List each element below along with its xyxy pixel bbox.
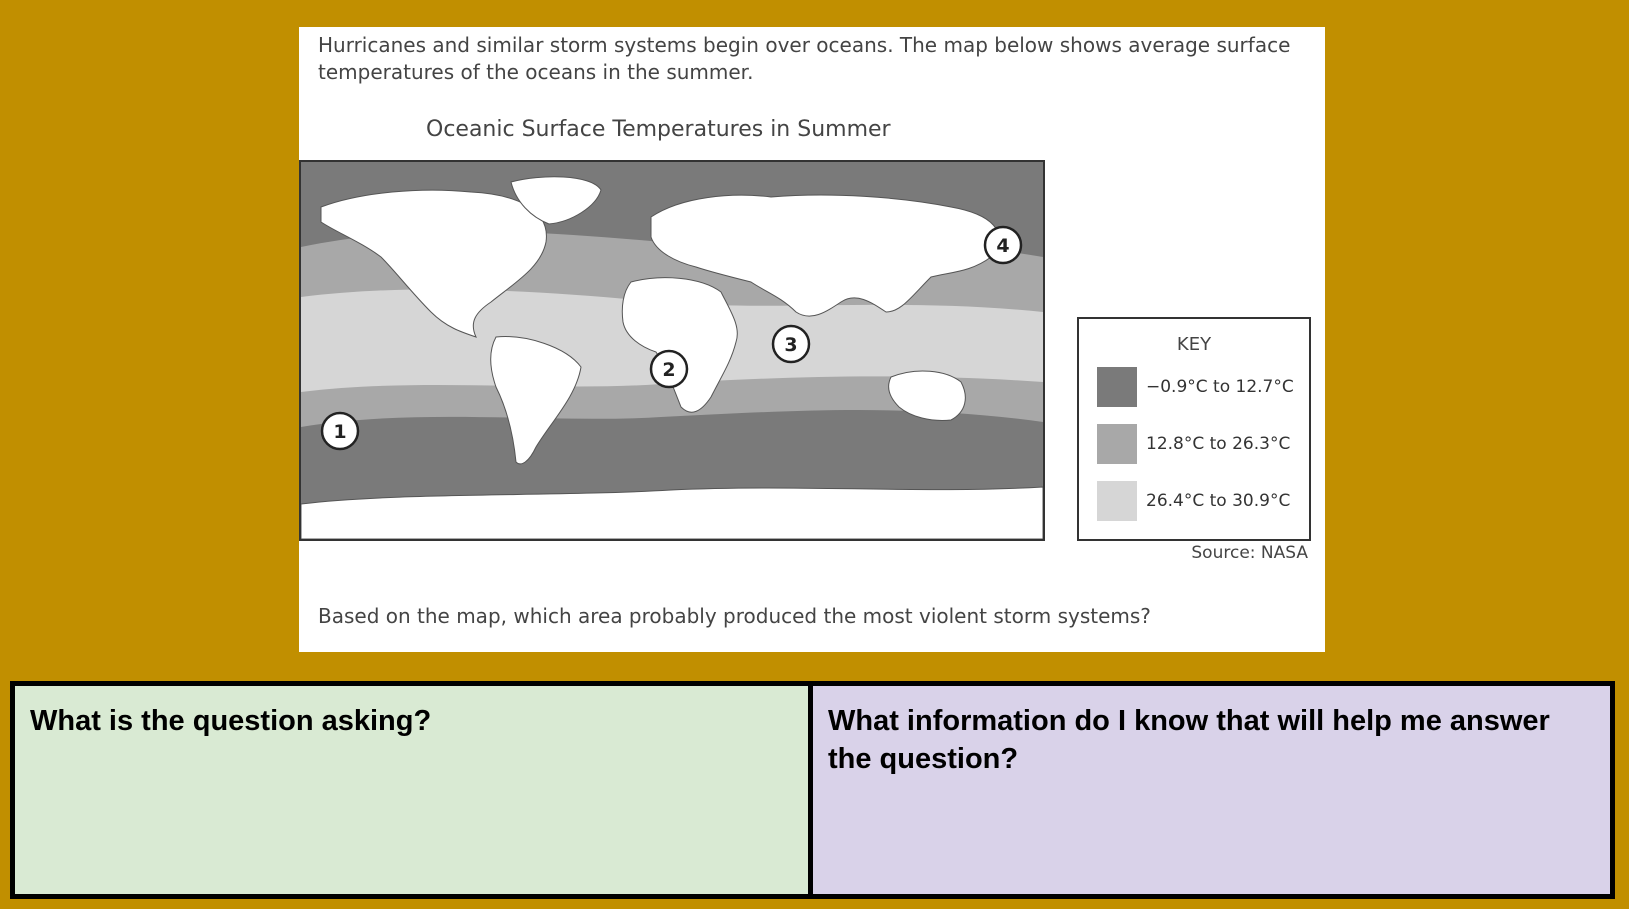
map-graphic: 1 2 3 4 — [301, 162, 1043, 539]
key-row-warm: 26.4°C to 30.9°C — [1097, 481, 1290, 521]
known-information-cell[interactable]: What information do I know that will hel… — [813, 686, 1610, 894]
key-row-temperate: 12.8°C to 26.3°C — [1097, 424, 1290, 464]
key-swatch-warm — [1097, 481, 1137, 521]
intro-text: Hurricanes and similar storm systems beg… — [318, 33, 1291, 84]
key-label-temperate: 12.8°C to 26.3°C — [1146, 434, 1291, 454]
key-swatch-temperate — [1097, 424, 1137, 464]
key-row-cold: −0.9°C to 12.7°C — [1097, 367, 1294, 407]
key-label-warm: 26.4°C to 30.9°C — [1146, 491, 1291, 511]
question-asking-cell[interactable]: What is the question asking? — [15, 686, 813, 894]
marker-3: 3 — [771, 324, 811, 364]
question-text: Based on the map, which area probably pr… — [318, 604, 1151, 628]
svg-text:4: 4 — [996, 235, 1009, 257]
svg-text:2: 2 — [662, 359, 675, 381]
marker-2: 2 — [649, 349, 689, 389]
response-table: What is the question asking? What inform… — [10, 681, 1615, 899]
question-asking-prompt: What is the question asking? — [30, 705, 432, 737]
source-credit: Source: NASA — [1191, 543, 1308, 563]
key-label-cold: −0.9°C to 12.7°C — [1146, 377, 1294, 397]
key-title: KEY — [1176, 334, 1212, 355]
question-card: Hurricanes and similar storm systems beg… — [299, 27, 1325, 652]
key-swatch-cold — [1097, 367, 1137, 407]
marker-4: 4 — [983, 225, 1023, 265]
marker-1: 1 — [320, 411, 360, 451]
known-information-prompt: What information do I know that will hel… — [828, 705, 1550, 775]
world-temperature-map: 1 2 3 4 — [299, 160, 1045, 541]
map-key: KEY −0.9°C to 12.7°C 12.8°C to 26.3°C 26… — [1077, 317, 1311, 541]
svg-text:1: 1 — [333, 421, 346, 443]
map-title: Oceanic Surface Temperatures in Summer — [426, 117, 891, 142]
svg-text:3: 3 — [784, 334, 797, 356]
